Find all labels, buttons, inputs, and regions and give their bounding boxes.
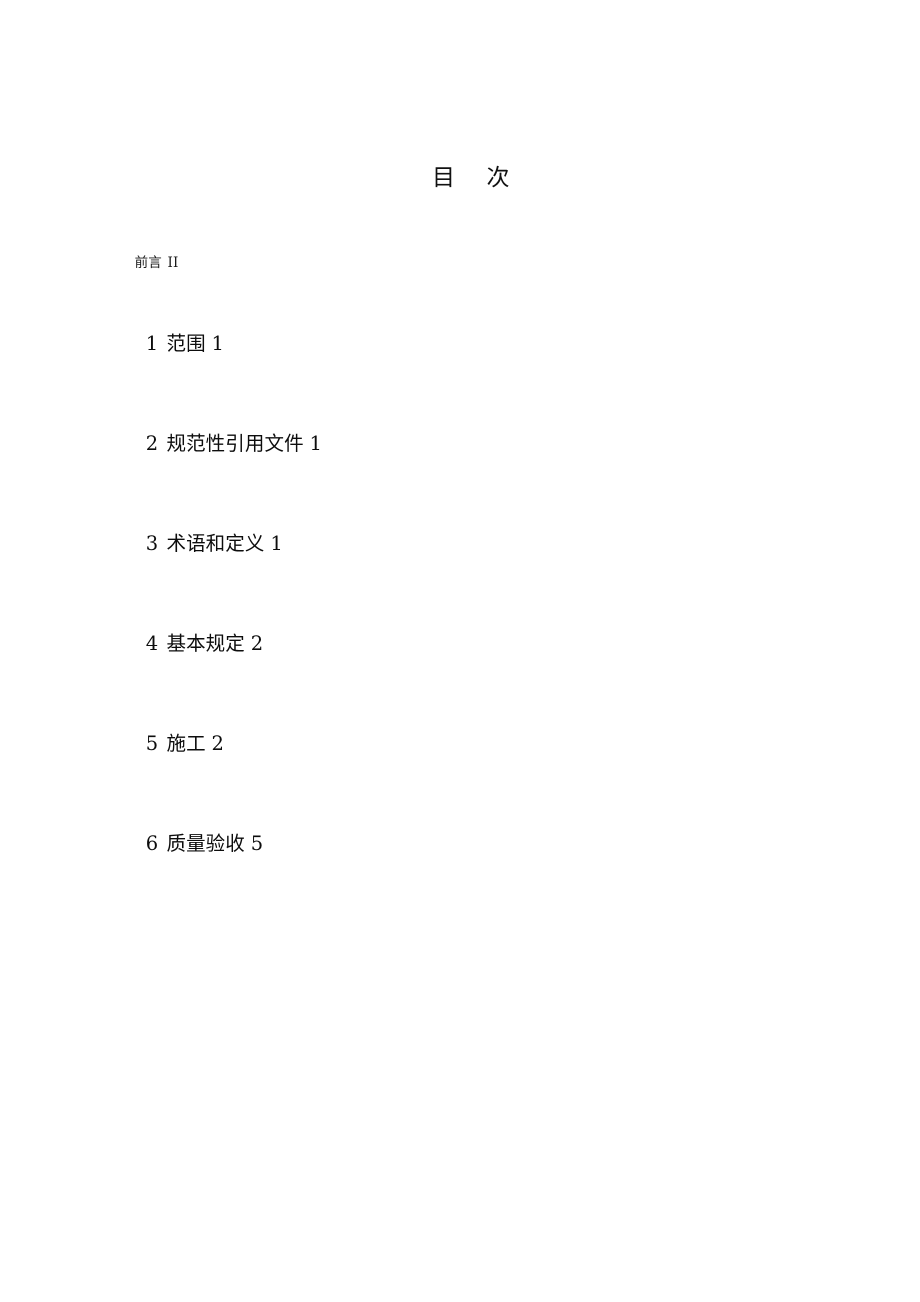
toc-entry-number: 1 xyxy=(145,332,159,355)
toc-entry-3[interactable]: 3 术语和定义 1 xyxy=(108,505,808,583)
toc-entry-page-number: 5 xyxy=(250,832,264,855)
toc-entry-page-number: 1 xyxy=(270,532,283,555)
toc-entry-2[interactable]: 2 规范性引用文件 1 xyxy=(108,405,808,483)
toc-entry-label: 前言 xyxy=(134,255,162,271)
toc-entry-1[interactable]: 1 范围 1 xyxy=(108,305,808,383)
toc-entry-number: 4 xyxy=(145,632,159,655)
toc-entry-number: 5 xyxy=(145,732,159,755)
toc-entry-4[interactable]: 4 基本规定 2 xyxy=(108,605,808,683)
toc-entry-front-matter[interactable]: 前言 II xyxy=(108,236,808,290)
table-of-contents: 前言 II 1 范围 1 2 规范性引用文件 1 3 术语和定义 1 4 基本规定 2 5 施工 2 … xyxy=(108,236,808,883)
page-title: 目 次 xyxy=(431,165,510,191)
toc-entry-6[interactable]: 6 质量验收 5 xyxy=(108,805,808,883)
toc-entry-page-number: 2 xyxy=(250,632,264,655)
toc-entry-number: 6 xyxy=(145,832,159,855)
toc-entry-number: 2 xyxy=(145,432,159,455)
toc-entry-5[interactable]: 5 施工 2 xyxy=(108,705,808,783)
toc-entry-label: 术语和定义 xyxy=(166,532,265,555)
toc-entry-label: 基本规定 xyxy=(166,632,245,655)
toc-entry-label: 范围 xyxy=(166,332,206,355)
toc-entry-page-number: 2 xyxy=(211,732,225,755)
toc-entry-page-number: 1 xyxy=(211,332,225,355)
toc-entry-number: 3 xyxy=(145,532,159,555)
toc-entry-page-number: II xyxy=(167,255,179,271)
toc-entry-page-number: 1 xyxy=(309,432,323,455)
toc-entry-label: 质量验收 xyxy=(166,832,245,855)
toc-entry-label: 施工 xyxy=(166,732,206,755)
document-page: 目 次 前言 II 1 范围 1 2 规范性引用文件 1 3 术语和定义 1 4 基本规定 2 5… xyxy=(0,0,920,1302)
toc-entry-label: 规范性引用文件 xyxy=(166,432,304,455)
